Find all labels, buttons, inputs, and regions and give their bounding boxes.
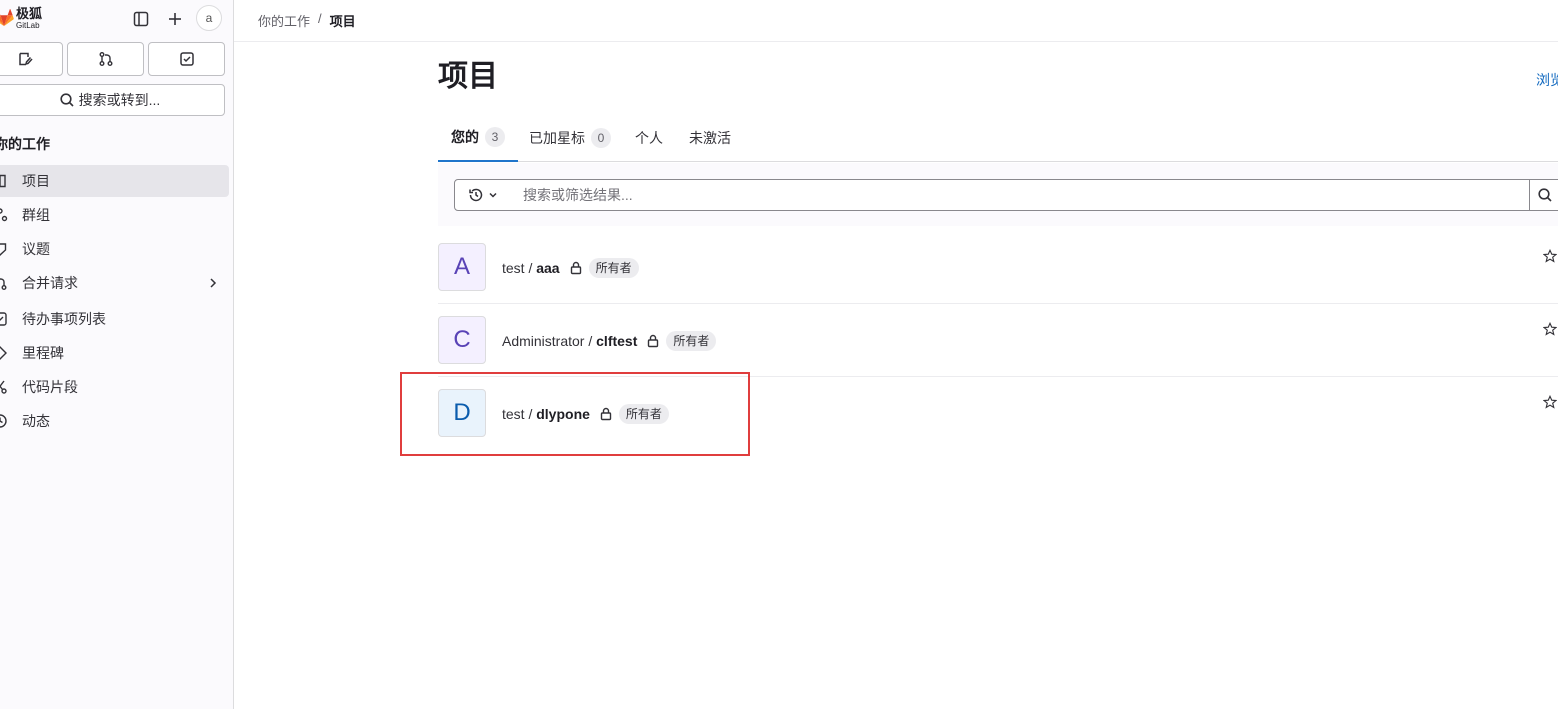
sidebar-item-label: 里程碑: [22, 345, 64, 361]
project-namespace: test /: [502, 260, 537, 276]
project-avatar-letter: A: [453, 253, 470, 280]
project-avatar[interactable]: D: [438, 389, 486, 437]
project-namespace: Administrator /: [502, 333, 597, 349]
lock-icon: [599, 407, 613, 421]
project-avatar[interactable]: C: [438, 316, 486, 364]
user-avatar-alt: a: [205, 11, 213, 25]
breadcrumb-parent[interactable]: 你的工作: [258, 11, 310, 30]
page-title: 项目: [438, 60, 498, 93]
tab-personal[interactable]: 个人: [635, 114, 663, 162]
project-row: D test / dlypone 所有者: [438, 377, 1558, 450]
role-badge: 所有者: [588, 258, 639, 278]
project-name-link[interactable]: test / dlypone 所有者: [502, 404, 669, 424]
chevron-right-icon: [207, 276, 219, 292]
tab-label: 个人: [635, 130, 663, 146]
role-badge: 所有者: [618, 404, 669, 424]
project-icon: [0, 173, 8, 189]
snippet-icon: [0, 379, 8, 395]
tab-inactive[interactable]: 未激活: [689, 114, 731, 162]
star-icon[interactable]: [1542, 321, 1558, 339]
sidebar-section-title: 你的工作: [0, 136, 50, 152]
filter-search-input[interactable]: [511, 179, 1530, 211]
tab-starred[interactable]: 已加星标 0: [529, 114, 611, 162]
search-or-goto-button[interactable]: 搜索或转到...: [0, 84, 225, 116]
sidebar-item-label: 议题: [22, 241, 50, 257]
merge-request-icon: [0, 275, 8, 291]
project-avatar-letter: C: [453, 326, 471, 353]
browse-projects-link[interactable]: 浏览: [1536, 70, 1558, 90]
breadcrumb-separator: /: [318, 11, 322, 26]
star-icon[interactable]: [1542, 248, 1558, 266]
tab-count: 0: [591, 128, 611, 148]
project-name: clftest: [596, 333, 638, 349]
sidebar-item-label: 代码片段: [22, 379, 78, 395]
plus-icon[interactable]: [164, 8, 186, 30]
issues-quick-button[interactable]: [0, 42, 63, 76]
tab-label: 未激活: [689, 130, 731, 146]
sidebar-item-groups[interactable]: 群组: [0, 199, 229, 231]
brand-sub: GitLab: [16, 21, 40, 30]
lock-icon: [646, 334, 660, 348]
lock-icon: [569, 261, 583, 275]
breadcrumb-current[interactable]: 项目: [330, 11, 356, 30]
issues-icon: [18, 52, 33, 66]
sidebar-item-label: 合并请求: [22, 275, 78, 291]
history-icon: [469, 188, 483, 202]
filter-bar: [438, 163, 1558, 226]
role-badge: 所有者: [666, 331, 717, 351]
gitlab-fox-icon: [0, 9, 14, 27]
merge-requests-quick-button[interactable]: [67, 42, 144, 76]
top-bar: 你的工作 / 项目: [234, 0, 1558, 42]
project-name: dlypone: [536, 406, 590, 422]
project-row: A test / aaa 所有者: [438, 231, 1558, 304]
tab-yours[interactable]: 您的 3: [438, 114, 518, 162]
todos-quick-button[interactable]: [148, 42, 225, 76]
user-avatar[interactable]: a: [196, 5, 222, 31]
sidebar-item-milestones[interactable]: 里程碑: [0, 337, 229, 369]
brand-name: 极狐: [16, 6, 43, 21]
search-icon: [60, 93, 74, 107]
sidebar-item-projects[interactable]: 项目: [0, 165, 229, 197]
project-name-link[interactable]: Administrator / clftest 所有者: [502, 331, 717, 351]
filter-search-button[interactable]: [1529, 179, 1558, 211]
project-row: C Administrator / clftest 所有者: [438, 304, 1558, 377]
sidebar-item-issues[interactable]: 议题: [0, 233, 229, 265]
project-name: aaa: [536, 260, 560, 276]
project-tabs: 您的 3 已加星标 0 个人 未激活: [438, 114, 1558, 162]
chevron-down-icon: [489, 192, 497, 198]
sidebar-item-label: 群组: [22, 207, 50, 223]
brand-logo[interactable]: 极狐 GitLab: [0, 6, 54, 32]
sidebar-item-label: 项目: [22, 173, 50, 189]
tab-count: 3: [485, 127, 505, 147]
sidebar-item-todos[interactable]: 待办事项列表: [0, 303, 229, 335]
todo-icon: [0, 311, 8, 327]
breadcrumb: 你的工作 / 项目: [258, 11, 356, 30]
sidebar-item-snippets[interactable]: 代码片段: [0, 371, 229, 403]
sidebar-item-label: 动态: [22, 413, 50, 429]
milestone-icon: [0, 345, 8, 361]
activity-icon: [0, 413, 8, 429]
project-name-link[interactable]: test / aaa 所有者: [502, 258, 639, 278]
group-icon: [0, 207, 8, 223]
sidebar: 极狐 GitLab a 搜索或转到... 你的工作 项目 群组 议题 合并请求: [0, 0, 234, 709]
sidebar-toggle-icon[interactable]: [130, 8, 152, 30]
tab-label: 您的: [451, 129, 479, 145]
sidebar-item-activity[interactable]: 动态: [0, 405, 229, 437]
todo-icon: [179, 52, 194, 66]
project-avatar[interactable]: A: [438, 243, 486, 291]
merge-request-icon: [99, 52, 112, 66]
search-icon: [1538, 188, 1552, 202]
tab-label: 已加星标: [529, 130, 585, 146]
search-button-label: 搜索或转到...: [78, 92, 161, 108]
project-avatar-letter: D: [453, 399, 471, 426]
sidebar-item-label: 待办事项列表: [22, 311, 106, 327]
sidebar-item-merge-requests[interactable]: 合并请求: [0, 267, 229, 299]
recent-searches-button[interactable]: [454, 179, 512, 211]
star-icon[interactable]: [1542, 394, 1558, 412]
project-namespace: test /: [502, 406, 537, 422]
issues-icon: [0, 241, 8, 257]
